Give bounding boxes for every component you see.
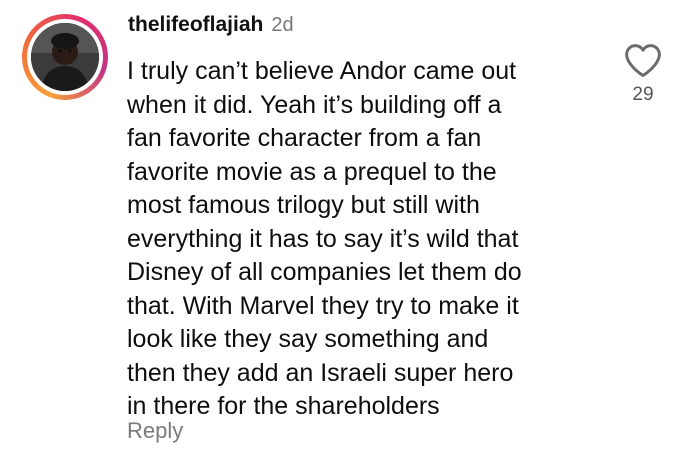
avatar-photo — [31, 23, 99, 91]
comment-text-line: favorite movie as a prequel to the — [127, 157, 497, 186]
comment-text-line: in there for the shareholders — [127, 392, 440, 420]
comment-text-line: then they add an Israeli super hero — [127, 358, 514, 387]
comment-text: I truly can’t believe Andor came out whe… — [127, 55, 627, 424]
heart-icon[interactable] — [623, 42, 663, 78]
avatar-story-ring[interactable] — [22, 14, 108, 100]
avatar[interactable] — [31, 23, 99, 91]
like-count: 29 — [632, 84, 654, 105]
reply-button[interactable]: Reply — [127, 418, 183, 444]
comment-text-line: I truly can’t believe Andor came out — [127, 57, 517, 85]
comment-text-line: fan favorite character from a fan — [127, 124, 482, 152]
comment-text-line: when it did. Yeah it’s building off a — [127, 90, 502, 119]
comment: thelifeoflajiah 2d I truly can’t believe… — [0, 0, 700, 467]
comment-text-line: everything it has to say it’s wild that — [127, 224, 519, 253]
comment-text-line: most famous trilogy but still with — [127, 191, 480, 219]
like-section: 29 — [622, 42, 664, 106]
comment-text-line: Disney of all companies let them do — [127, 258, 522, 286]
comment-text-line: look like they say something and — [127, 325, 489, 353]
comment-header: thelifeoflajiah 2d — [128, 13, 294, 43]
username[interactable]: thelifeoflajiah — [128, 13, 263, 37]
timestamp: 2d — [271, 14, 294, 36]
comment-text-line: that. With Marvel they try to make it — [127, 291, 519, 320]
